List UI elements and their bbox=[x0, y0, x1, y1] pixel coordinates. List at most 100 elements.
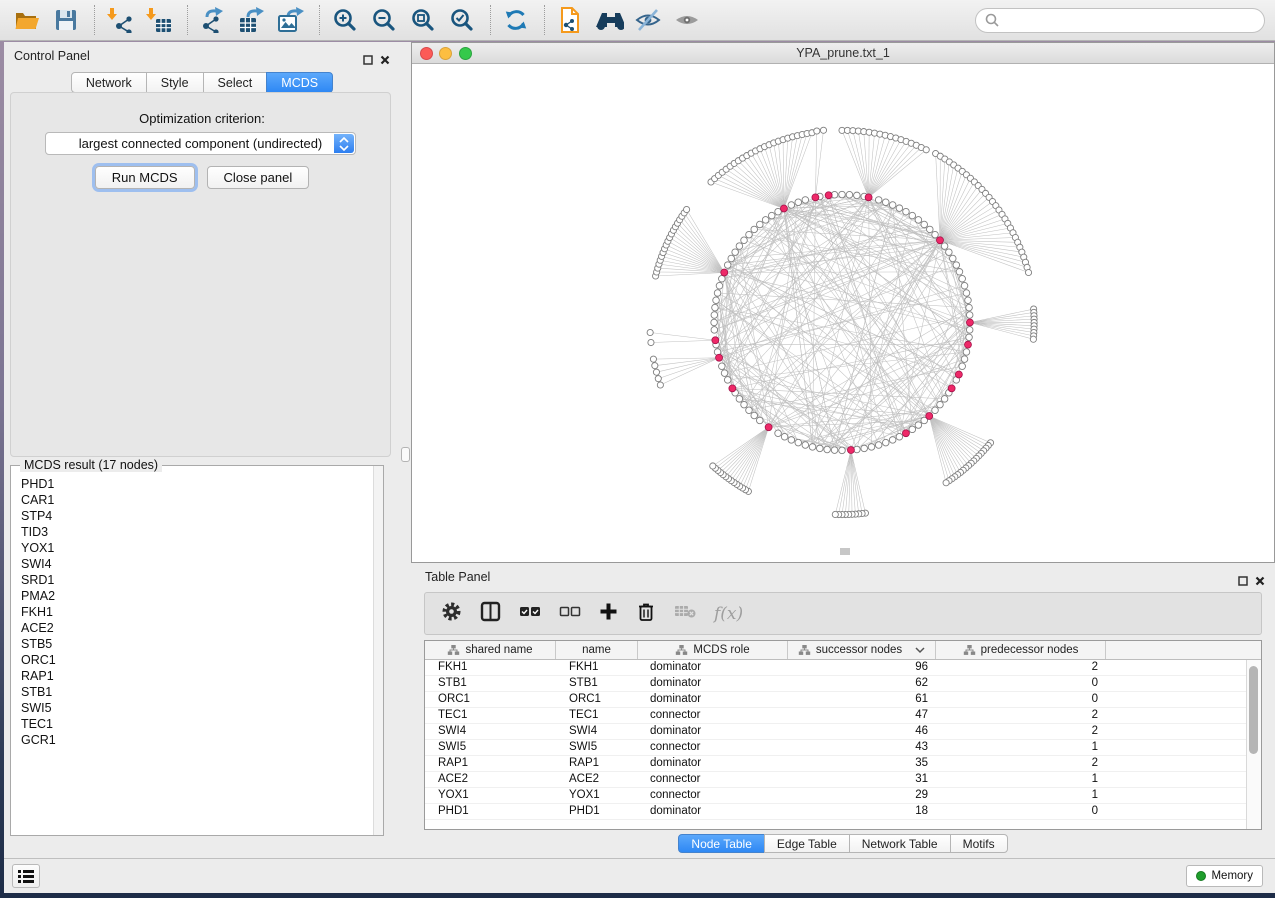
mcds-result-node[interactable]: TEC1 bbox=[21, 717, 372, 733]
search-input[interactable] bbox=[1000, 10, 1264, 30]
table-row[interactable]: ACE2 ACE2 connector 31 1 bbox=[425, 772, 1261, 788]
sort-chevron-icon bbox=[915, 647, 925, 654]
table-row[interactable]: ORC1 ORC1 dominator 61 0 bbox=[425, 692, 1261, 708]
run-mcds-button[interactable]: Run MCDS bbox=[95, 166, 195, 189]
close-panel-action-button[interactable]: Close panel bbox=[207, 166, 310, 189]
refresh-button[interactable] bbox=[501, 5, 531, 35]
mcds-result-node[interactable]: ACE2 bbox=[21, 621, 372, 637]
float-table-panel-button[interactable] bbox=[1238, 573, 1248, 591]
zoom-out-button[interactable] bbox=[369, 5, 399, 35]
function-builder-button[interactable]: f(x) bbox=[714, 604, 743, 624]
control-panel-tabs: Network Style Select MCDS bbox=[4, 72, 400, 93]
column-header-shared-name[interactable]: shared name bbox=[425, 641, 556, 659]
mcds-result-node[interactable]: SWI5 bbox=[21, 701, 372, 717]
splitter-grip[interactable] bbox=[401, 447, 410, 462]
toolbar-separator bbox=[490, 5, 491, 35]
export-table-button[interactable] bbox=[237, 5, 267, 35]
mcds-result-node[interactable]: TID3 bbox=[21, 525, 372, 541]
tab-network-table[interactable]: Network Table bbox=[849, 834, 951, 853]
table-scrollbar[interactable] bbox=[1246, 660, 1261, 829]
mcds-result-node[interactable]: RAP1 bbox=[21, 669, 372, 685]
share-document-button[interactable] bbox=[555, 5, 585, 35]
mcds-result-node[interactable]: FKH1 bbox=[21, 605, 372, 621]
table-row[interactable]: SWI5 SWI5 connector 43 1 bbox=[425, 740, 1261, 756]
tab-select[interactable]: Select bbox=[203, 72, 268, 93]
delete-table-button[interactable] bbox=[674, 604, 696, 623]
zoom-in-button[interactable] bbox=[330, 5, 360, 35]
mcds-result-node[interactable]: ORC1 bbox=[21, 653, 372, 669]
mcds-result-node[interactable]: STB5 bbox=[21, 637, 372, 653]
find-network-button[interactable] bbox=[594, 5, 624, 35]
table-row[interactable]: SWI4 SWI4 dominator 46 2 bbox=[425, 724, 1261, 740]
import-table-icon bbox=[146, 7, 172, 33]
memory-button[interactable]: Memory bbox=[1186, 865, 1263, 887]
cell-successor-nodes: 47 bbox=[788, 708, 936, 723]
show-hidden-button[interactable] bbox=[672, 5, 702, 35]
export-image-button[interactable] bbox=[276, 5, 306, 35]
mcds-result-node[interactable]: CAR1 bbox=[21, 493, 372, 509]
table-row[interactable]: PHD1 PHD1 dominator 18 0 bbox=[425, 804, 1261, 820]
column-header-name[interactable]: name bbox=[556, 641, 638, 659]
network-canvas[interactable] bbox=[412, 64, 1274, 562]
panel-splitter[interactable] bbox=[400, 42, 411, 858]
export-table-icon bbox=[238, 7, 266, 33]
table-settings-button[interactable] bbox=[441, 601, 462, 627]
column-label: name bbox=[582, 644, 611, 656]
tab-style[interactable]: Style bbox=[146, 72, 204, 93]
table-row[interactable]: YOX1 YOX1 connector 29 1 bbox=[425, 788, 1261, 804]
delete-column-button[interactable] bbox=[636, 601, 656, 627]
mcds-result-node[interactable]: SWI4 bbox=[21, 557, 372, 573]
network-window-titlebar[interactable]: YPA_prune.txt_1 bbox=[412, 43, 1274, 64]
cell-shared-name: ACE2 bbox=[425, 772, 556, 787]
mcds-result-node[interactable]: PMA2 bbox=[21, 589, 372, 605]
select-all-button[interactable] bbox=[519, 604, 541, 623]
float-panel-button[interactable] bbox=[363, 52, 373, 70]
close-panel-button[interactable] bbox=[380, 52, 390, 70]
result-scrollbar[interactable] bbox=[373, 466, 383, 835]
table-row[interactable]: TEC1 TEC1 connector 47 2 bbox=[425, 708, 1261, 724]
memory-status-icon bbox=[1196, 871, 1206, 881]
save-session-button[interactable] bbox=[51, 5, 81, 35]
mcds-result-node[interactable]: PHD1 bbox=[21, 477, 372, 493]
deselect-all-button[interactable] bbox=[559, 604, 581, 623]
close-table-panel-button[interactable] bbox=[1255, 573, 1265, 591]
canvas-scroll-thumb[interactable] bbox=[840, 548, 850, 555]
cell-mcds-role: connector bbox=[638, 772, 788, 787]
criterion-label: Optimization criterion: bbox=[4, 111, 400, 126]
table-row[interactable]: RAP1 RAP1 dominator 35 2 bbox=[425, 756, 1261, 772]
column-header-predecessor-nodes[interactable]: predecessor nodes bbox=[936, 641, 1106, 659]
toggle-columns-button[interactable] bbox=[480, 601, 501, 627]
cell-mcds-role: connector bbox=[638, 788, 788, 803]
search-field[interactable] bbox=[975, 8, 1265, 33]
table-scrollbar-thumb[interactable] bbox=[1249, 666, 1258, 754]
mcds-result-node[interactable]: SRD1 bbox=[21, 573, 372, 589]
table-row[interactable]: FKH1 FKH1 dominator 96 2 bbox=[425, 660, 1261, 676]
tab-mcds[interactable]: MCDS bbox=[266, 72, 333, 93]
mcds-result-node[interactable]: STP4 bbox=[21, 509, 372, 525]
table-row[interactable]: STB1 STB1 dominator 62 0 bbox=[425, 676, 1261, 692]
import-table-button[interactable] bbox=[144, 5, 174, 35]
cell-shared-name: SWI5 bbox=[425, 740, 556, 755]
mcds-result-node[interactable]: STB1 bbox=[21, 685, 372, 701]
export-network-button[interactable] bbox=[198, 5, 228, 35]
cell-successor-nodes: 18 bbox=[788, 804, 936, 819]
criterion-dropdown[interactable]: largest connected component (undirected) bbox=[45, 132, 356, 155]
hide-selected-button[interactable] bbox=[633, 5, 663, 35]
tab-network[interactable]: Network bbox=[71, 72, 147, 93]
mcds-result-node[interactable]: GCR1 bbox=[21, 733, 372, 749]
tab-motifs[interactable]: Motifs bbox=[950, 834, 1008, 853]
import-network-button[interactable] bbox=[105, 5, 135, 35]
open-session-button[interactable] bbox=[12, 5, 42, 35]
zoom-selected-button[interactable] bbox=[447, 5, 477, 35]
tab-node-table[interactable]: Node Table bbox=[678, 834, 765, 853]
tab-edge-table[interactable]: Edge Table bbox=[764, 834, 850, 853]
cell-predecessor-nodes: 1 bbox=[936, 772, 1106, 787]
tree-icon bbox=[798, 644, 811, 656]
mcds-result-node[interactable]: YOX1 bbox=[21, 541, 372, 557]
cell-mcds-role: dominator bbox=[638, 756, 788, 771]
add-column-button[interactable] bbox=[599, 602, 618, 626]
task-history-button[interactable] bbox=[12, 864, 40, 888]
column-header-successor-nodes[interactable]: successor nodes bbox=[788, 641, 936, 659]
zoom-fit-button[interactable] bbox=[408, 5, 438, 35]
column-header-mcds-role[interactable]: MCDS role bbox=[638, 641, 788, 659]
